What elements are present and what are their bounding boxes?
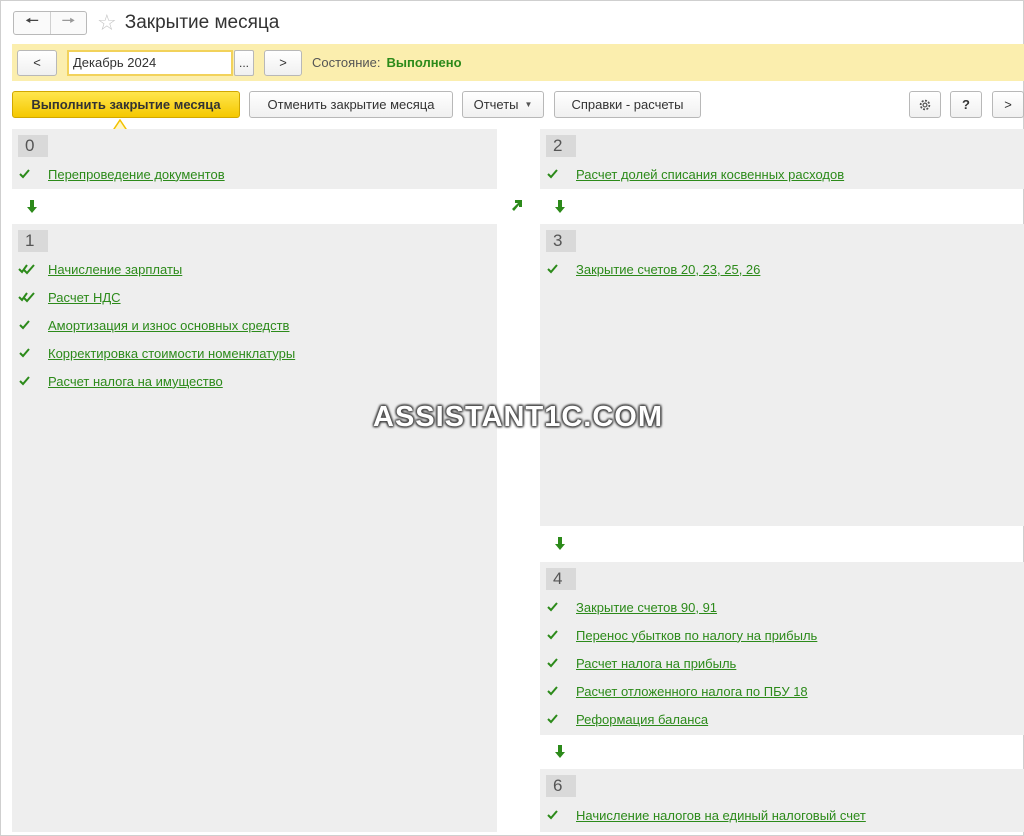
double-check-icon [18, 261, 40, 277]
stage-panel-2: 2 Расчет долей списания косвенных расход… [540, 129, 1024, 189]
more-button[interactable]: > [992, 91, 1024, 118]
arrow-down-icon [555, 745, 565, 758]
check-icon [546, 655, 568, 671]
task-item: Расчет долей списания косвенных расходов [546, 164, 844, 184]
period-bar: < ... > Состояние: Выполнено [12, 44, 1024, 81]
forward-button[interactable]: 🠖 [50, 12, 86, 34]
arrow-right-icon: 🠖 [61, 12, 76, 30]
period-input[interactable] [67, 49, 233, 76]
next-period-button[interactable]: > [264, 49, 302, 76]
check-icon [546, 166, 568, 182]
references-button[interactable]: Справки - расчеты [554, 91, 701, 118]
prev-period-button[interactable]: < [17, 49, 57, 76]
check-icon [18, 373, 40, 389]
toolbar: Выполнить закрытие месяца Отменить закры… [12, 91, 1024, 119]
back-button[interactable]: 🠔 [14, 12, 50, 34]
status-label: Состояние: [312, 55, 381, 70]
check-icon [546, 683, 568, 699]
reports-label: Отчеты [473, 97, 519, 112]
stage-number: 2 [546, 135, 576, 157]
arrow-down-icon [27, 200, 37, 213]
reports-dropdown-button[interactable]: Отчеты ▼ [462, 91, 544, 118]
caret-down-icon: ▼ [524, 100, 533, 109]
task-link[interactable]: Корректировка стоимости номенклатуры [48, 346, 295, 361]
task-item: Корректировка стоимости номенклатуры [18, 343, 295, 363]
stage-number: 1 [18, 230, 48, 252]
task-item: Перенос убытков по налогу на прибыль [546, 625, 817, 645]
task-link[interactable]: Начисление зарплаты [48, 262, 182, 277]
task-item: Расчет НДС [18, 287, 121, 307]
task-link[interactable]: Расчет отложенного налога по ПБУ 18 [576, 684, 808, 699]
task-link[interactable]: Расчет налога на прибыль [576, 656, 736, 671]
arrow-down-icon [555, 537, 565, 550]
stage-number: 4 [546, 568, 576, 590]
task-item: Расчет налога на имущество [18, 371, 223, 391]
settings-button[interactable] [909, 91, 941, 118]
month-closing-window: 🠔 🠖 ☆ Закрытие месяца < ... > Состояние:… [0, 0, 1024, 836]
nav-buttons: 🠔 🠖 [13, 11, 87, 35]
stage-number: 3 [546, 230, 576, 252]
task-link[interactable]: Перенос убытков по налогу на прибыль [576, 628, 817, 643]
double-check-icon [18, 289, 40, 305]
check-icon [18, 166, 40, 182]
check-icon [546, 711, 568, 727]
stage-panel-3: 3 Закрытие счетов 20, 23, 25, 26 [540, 224, 1024, 526]
star-icon[interactable]: ☆ [97, 12, 117, 34]
stage-panel-6: 6 Начисление налогов на единый налоговый… [540, 769, 1024, 832]
task-item: Амортизация и износ основных средств [18, 315, 289, 335]
cancel-closing-button[interactable]: Отменить закрытие месяца [249, 91, 453, 118]
check-icon [18, 317, 40, 333]
check-icon [546, 627, 568, 643]
task-item: Расчет налога на прибыль [546, 653, 736, 673]
task-link[interactable]: Расчет НДС [48, 290, 121, 305]
execute-closing-button[interactable]: Выполнить закрытие месяца [12, 91, 240, 118]
task-link[interactable]: Амортизация и износ основных средств [48, 318, 289, 333]
title-bar: 🠔 🠖 ☆ Закрытие месяца [13, 9, 279, 37]
watermark: ASSISTANT1C.COM [373, 401, 663, 433]
help-button[interactable]: ? [950, 91, 982, 118]
check-icon [18, 345, 40, 361]
task-link[interactable]: Расчет долей списания косвенных расходов [576, 167, 844, 182]
task-link[interactable]: Закрытие счетов 20, 23, 25, 26 [576, 262, 760, 277]
check-icon [546, 807, 568, 823]
stage-panel-1: 1 Начисление зарплаты Расчет НДС Амортиз… [12, 224, 497, 832]
task-link[interactable]: Расчет налога на имущество [48, 374, 223, 389]
arrow-down-icon [555, 200, 565, 213]
stage-number: 0 [18, 135, 48, 157]
check-icon [546, 599, 568, 615]
task-item: Расчет отложенного налога по ПБУ 18 [546, 681, 808, 701]
stage-panel-0: 0 Перепроведение документов [12, 129, 497, 189]
task-link[interactable]: Закрытие счетов 90, 91 [576, 600, 717, 615]
stage-number: 6 [546, 775, 576, 797]
stage-panel-4: 4 Закрытие счетов 90, 91 Перенос убытков… [540, 562, 1024, 735]
task-link[interactable]: Начисление налогов на единый налоговый с… [576, 808, 866, 823]
gear-icon [919, 99, 931, 110]
task-item: Начисление зарплаты [18, 259, 182, 279]
page-title: Закрытие месяца [124, 12, 280, 33]
task-item: Закрытие счетов 20, 23, 25, 26 [546, 259, 760, 279]
task-link[interactable]: Перепроведение документов [48, 167, 225, 182]
task-item: Реформация баланса [546, 709, 708, 729]
check-icon [546, 261, 568, 277]
task-item: Перепроведение документов [18, 164, 225, 184]
task-item: Закрытие счетов 90, 91 [546, 597, 717, 617]
arrow-left-icon: 🠔 [24, 12, 39, 30]
status-value: Выполнено [386, 55, 462, 70]
arrow-up-right-icon [512, 200, 522, 211]
task-link[interactable]: Реформация баланса [576, 712, 708, 727]
task-item: Начисление налогов на единый налоговый с… [546, 805, 866, 825]
choose-period-button[interactable]: ... [234, 49, 254, 76]
